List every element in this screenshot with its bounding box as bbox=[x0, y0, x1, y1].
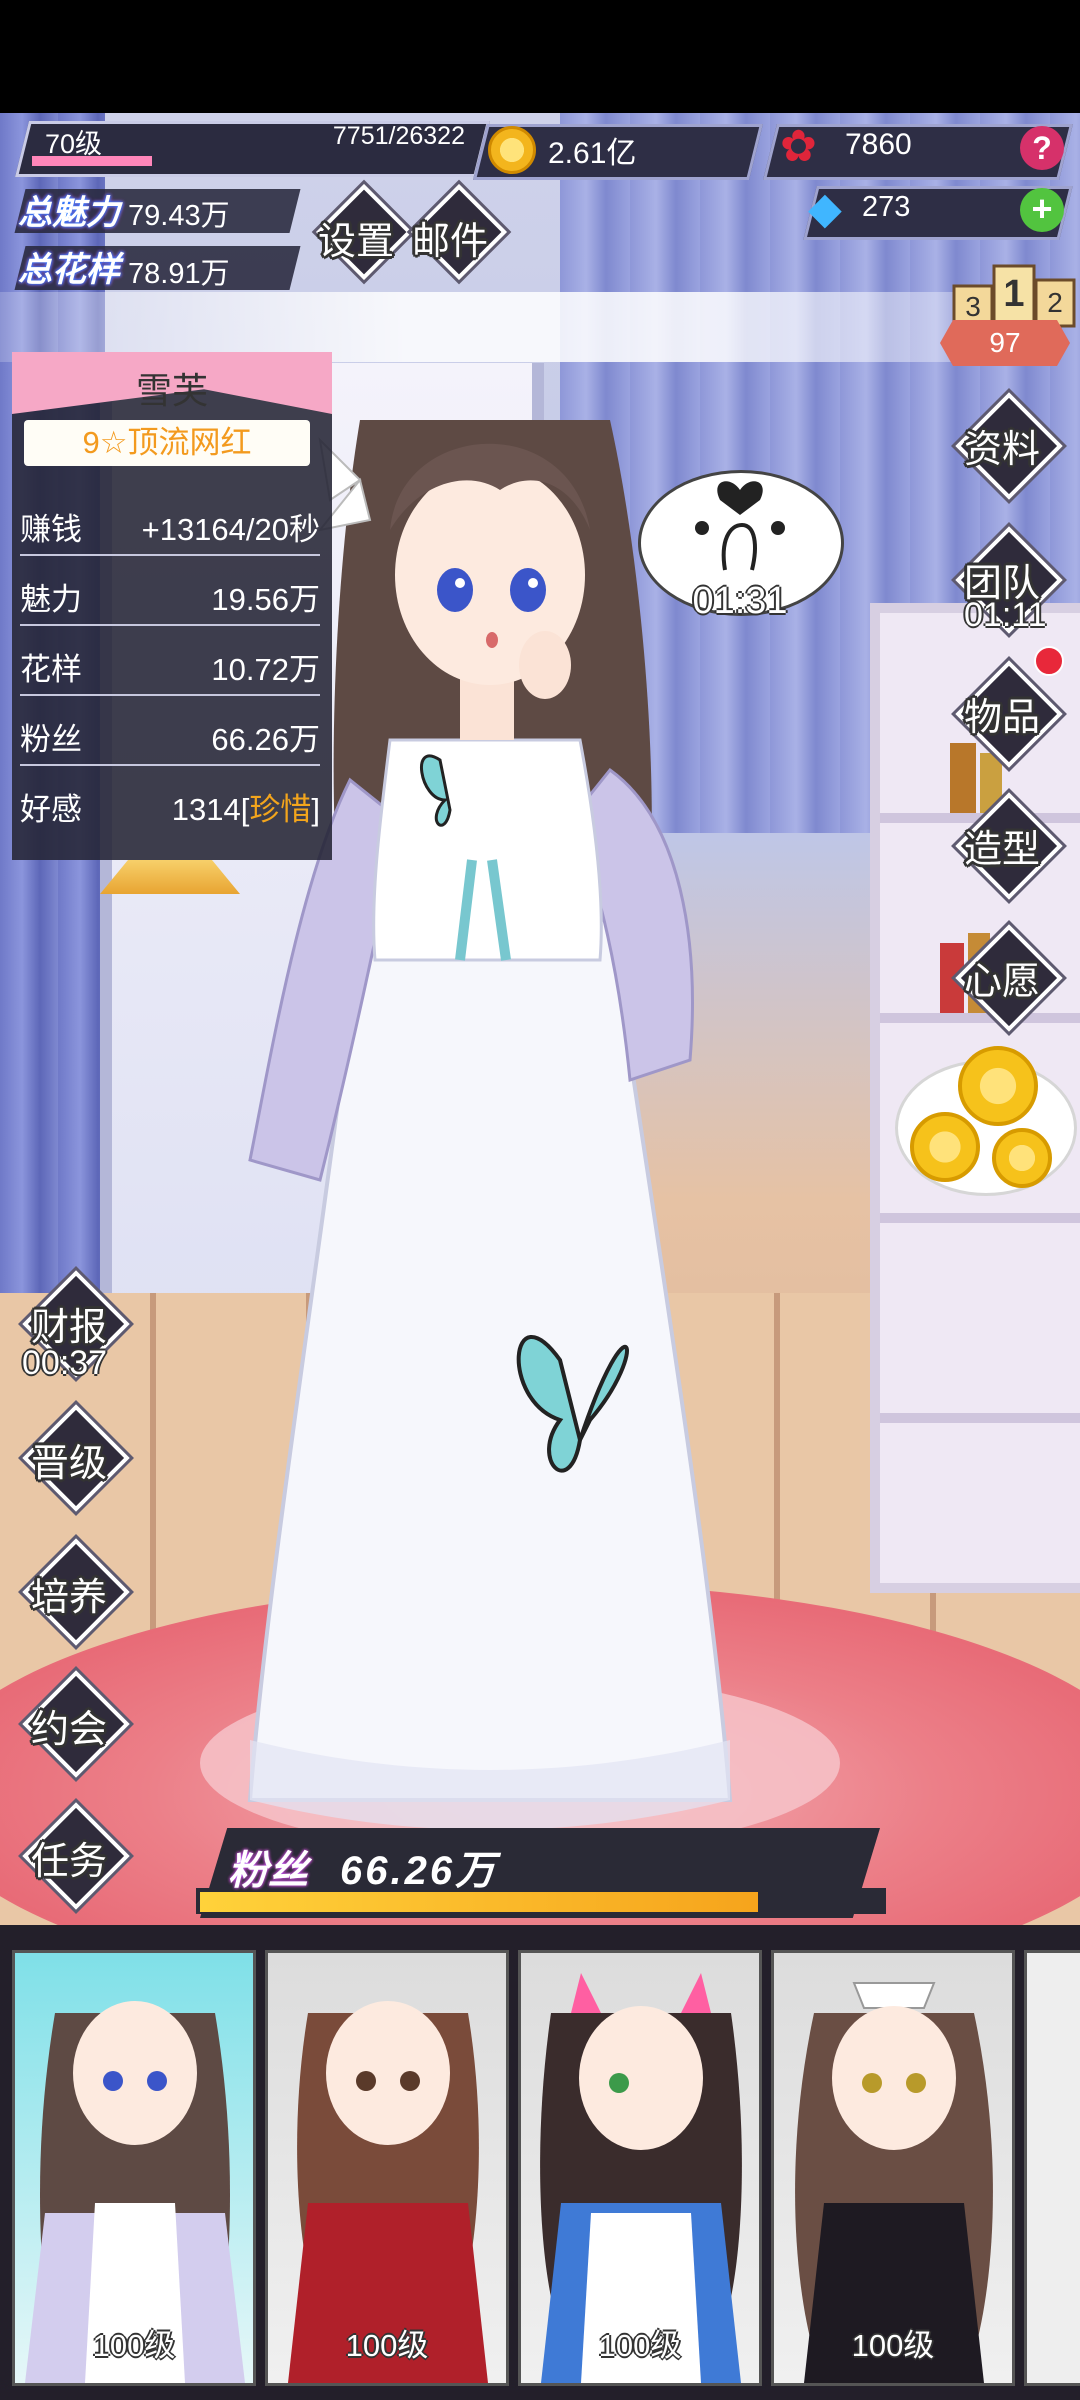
help-button[interactable]: ? bbox=[1020, 126, 1064, 170]
stat-row-style: 花样 10.72万 bbox=[20, 632, 320, 696]
add-gems-button[interactable]: + bbox=[1020, 188, 1064, 232]
card-level: 100级 bbox=[345, 2328, 429, 2363]
gem-amount: 273 bbox=[862, 191, 911, 223]
report-timer: 00:37 bbox=[22, 1344, 108, 1382]
total-style-value: 78.91万 bbox=[128, 258, 230, 290]
stat-row-earning: 赚钱 +13164/20秒 bbox=[20, 492, 320, 556]
character-portrait bbox=[25, 2001, 245, 2383]
card-level: 100级 bbox=[92, 2328, 176, 2363]
rank-first: 1 bbox=[1003, 273, 1024, 315]
player-exp: 7751/26322 bbox=[332, 122, 465, 150]
character-portrait bbox=[288, 2001, 488, 2383]
roster-card-5-partial[interactable] bbox=[1024, 1950, 1080, 2386]
date-button[interactable]: 约会 bbox=[31, 1698, 107, 1753]
report-button[interactable]: 财报 bbox=[31, 1296, 107, 1351]
mail-button[interactable]: 邮件 bbox=[412, 210, 488, 265]
stat-label: 粉丝 bbox=[20, 722, 82, 757]
items-button[interactable]: 物品 bbox=[964, 686, 1040, 741]
girl-name: 雪芙 bbox=[135, 370, 208, 411]
total-charm-value: 79.43万 bbox=[128, 200, 230, 232]
rank-second: 2 bbox=[1047, 287, 1063, 318]
card-level: 100级 bbox=[851, 2328, 935, 2363]
notification-dot bbox=[1034, 646, 1064, 676]
team-timer: 01:11 bbox=[964, 596, 1047, 634]
wish-button[interactable]: 心愿 bbox=[964, 950, 1040, 1005]
affection-value: 1314 bbox=[171, 792, 241, 827]
total-style-label: 总花样 bbox=[18, 251, 120, 289]
stat-row-affection: 好感 1314[珍惜] bbox=[20, 772, 320, 834]
task-button[interactable]: 任务 bbox=[31, 1830, 107, 1885]
stat-label: 花样 bbox=[20, 652, 82, 687]
coin-amount: 2.61亿 bbox=[548, 137, 637, 170]
styling-button[interactable]: 造型 bbox=[964, 818, 1040, 873]
stat-value: 66.26万 bbox=[211, 722, 320, 757]
roster-card-1[interactable]: 100级 bbox=[12, 1950, 256, 2386]
ranking-podium-icon[interactable]: 3 1 2 bbox=[950, 258, 1078, 328]
stat-row-charm: 魅力 19.56万 bbox=[20, 562, 320, 626]
character-portrait bbox=[795, 1982, 993, 2383]
train-button[interactable]: 培养 bbox=[31, 1566, 107, 1621]
player-level: 70级 bbox=[45, 129, 103, 159]
fans-label: 粉丝 bbox=[228, 1849, 308, 1893]
rank-third: 3 bbox=[965, 291, 981, 322]
coin-icon bbox=[958, 1046, 1038, 1126]
card-level: 100级 bbox=[598, 2328, 682, 2363]
affection-value-group: 1314[珍惜] bbox=[172, 784, 320, 829]
roster-card-3[interactable]: 100级 bbox=[518, 1950, 762, 2386]
girl-title: 9☆顶流网红 bbox=[24, 420, 310, 466]
stat-label: 魅力 bbox=[20, 582, 82, 617]
settings-button[interactable]: 设置 bbox=[318, 210, 394, 265]
total-charm-label: 总魅力 bbox=[18, 194, 120, 232]
affection-close-bracket: ] bbox=[311, 792, 320, 827]
stat-value: 19.56万 bbox=[211, 582, 320, 617]
rose-amount: 7860 bbox=[845, 128, 912, 161]
rank-score: 97 bbox=[940, 320, 1070, 366]
coin-icon bbox=[910, 1112, 980, 1182]
fans-value: 66.26万 bbox=[340, 1849, 499, 1893]
stat-value: 10.72万 bbox=[211, 652, 320, 687]
affection-label: 好感 bbox=[20, 792, 82, 827]
diamond-icon: ◆ bbox=[808, 184, 842, 233]
heart-gesture-icon bbox=[695, 481, 785, 571]
coin-icon bbox=[488, 126, 536, 174]
bubble-timer: 01:31 bbox=[692, 580, 788, 622]
promote-button[interactable]: 晋级 bbox=[31, 1432, 107, 1487]
stat-value: +13164/20秒 bbox=[141, 512, 320, 547]
profile-button[interactable]: 资料 bbox=[964, 418, 1040, 473]
stat-row-fans: 粉丝 66.26万 bbox=[20, 702, 320, 766]
affection-tag: 珍惜 bbox=[249, 792, 312, 827]
coin-icon bbox=[992, 1128, 1052, 1188]
roster-card-2[interactable]: 100级 bbox=[265, 1950, 509, 2386]
stat-label: 赚钱 bbox=[20, 512, 82, 547]
character-portrait bbox=[540, 1973, 742, 2383]
roster-card-4[interactable]: 100级 bbox=[771, 1950, 1015, 2386]
rose-icon: ✿ bbox=[780, 122, 817, 171]
